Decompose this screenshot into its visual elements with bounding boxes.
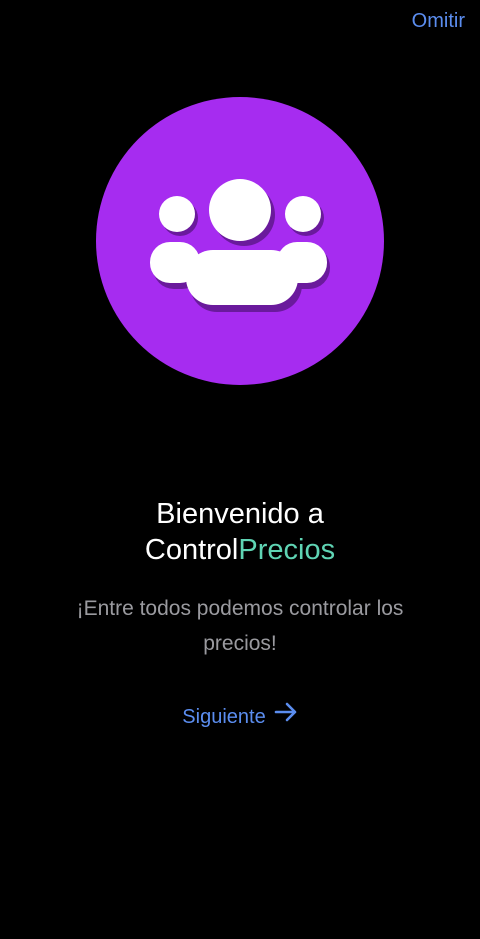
app-name: ControlPrecios [0,532,480,568]
app-name-part2: Precios [238,534,336,566]
welcome-subtitle: ¡Entre todos podemos controlar los preci… [76,597,404,655]
arrow-right-icon [274,702,298,730]
users-group-icon [150,179,330,312]
next-button[interactable]: Siguiente [0,702,480,731]
welcome-title: Bienvenido a ControlPrecios [0,496,480,568]
hero-illustration [96,97,384,385]
app-name-part1: Control [144,534,239,566]
welcome-title-line1: Bienvenido a [156,498,324,530]
skip-button[interactable]: Omitir [412,10,465,33]
next-button-label: Siguiente [182,706,266,728]
